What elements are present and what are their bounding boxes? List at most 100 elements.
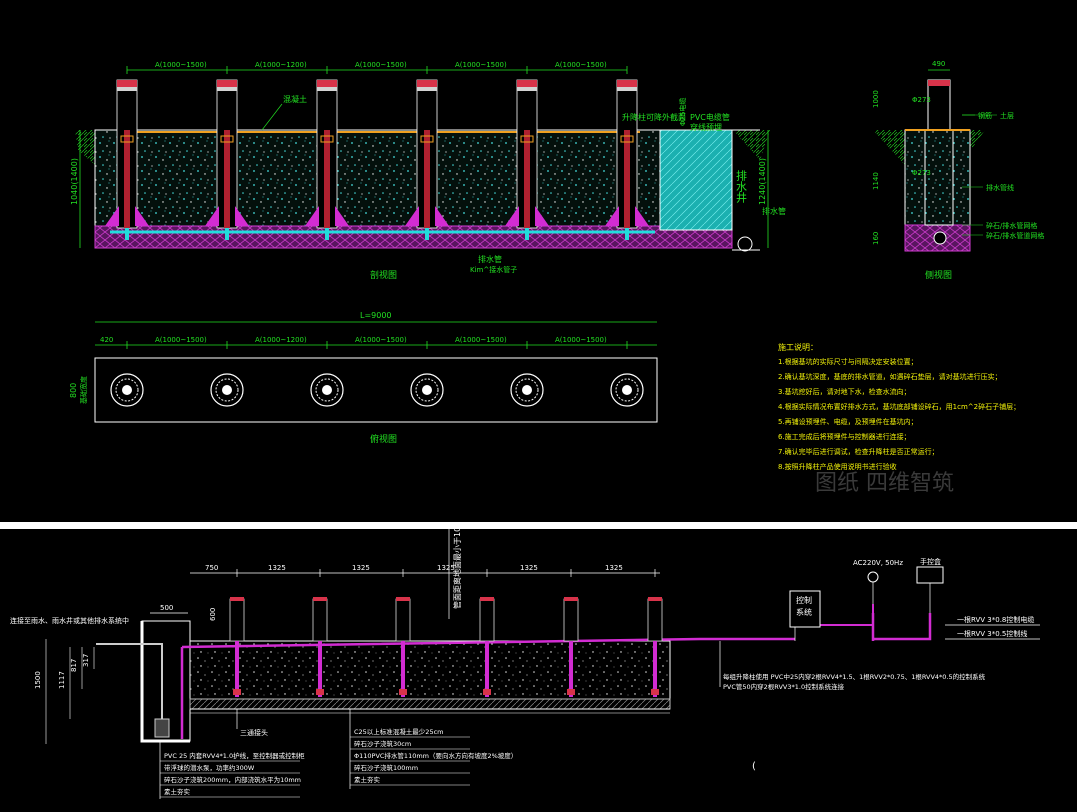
cable-note-1: 每组升降柱使用 PVC中25内穿2根RVV4*1.5、1根RVV2*0.75、1…	[723, 672, 986, 681]
bottom-dim-label: 1325	[437, 564, 455, 572]
left-callout-text: 带浮球的潜水泵，功率约300W	[164, 763, 255, 772]
submersible-pump	[154, 718, 170, 738]
bollard-band	[517, 87, 537, 91]
front-dim-label: A(1000~1500)	[555, 61, 607, 69]
note-item: 7.确认完毕后进行调试，检查升降柱是否正常运行；	[778, 447, 939, 456]
dim-817: 817	[70, 659, 78, 672]
drain-drop	[325, 228, 329, 240]
bollard-plan-core	[122, 385, 132, 395]
drain-drop	[225, 228, 229, 240]
note-item: 2.确认基坑深度，基底的排水管道，如遇碎石垫层，请对基坑进行压实；	[778, 372, 1002, 381]
side-dim-label: 1000	[872, 90, 880, 108]
front-dim-label: A(1000~1500)	[455, 61, 507, 69]
note-item: 8.按照升降柱产品使用说明书进行验收	[778, 462, 897, 471]
side-label: 钢筋	[978, 111, 992, 120]
label-drain: 排水管	[478, 254, 502, 264]
callout-text: 碎石沙子浇筑30cm	[354, 739, 411, 748]
plan-view-title: 俯视图	[370, 433, 397, 445]
plan-dim-labels: 420 A(1000~1500) A(1000~1200) A(1000~1500) A…	[100, 336, 607, 344]
bollard-bottom-cap	[230, 597, 244, 601]
bottom-dim-label: 1325	[352, 564, 370, 572]
callout-text: 素土夯实	[354, 775, 381, 784]
side-label: 碎石/排水管网格	[986, 221, 1037, 230]
power-source-icon	[867, 571, 879, 583]
gravel-layer	[94, 225, 733, 249]
bollard-cap	[317, 80, 337, 87]
bollard-sleeve	[624, 130, 630, 228]
bollard-bottom-base	[399, 689, 407, 695]
side-concrete	[904, 129, 971, 226]
bollard-bottom-cap	[396, 597, 410, 601]
drain-well	[659, 129, 733, 231]
bollard-bottom	[312, 598, 328, 642]
side-label: 碎石/排水管道网格	[986, 231, 1044, 240]
concrete-fill	[94, 129, 661, 229]
cad-bottom-panel: 管面距离地面最小于100 750 1325 1325 1325 1325 1325 500…	[0, 529, 1077, 812]
side-label: 土层	[1000, 111, 1014, 120]
bollard-cap	[617, 80, 637, 87]
magenta-power-cable	[871, 613, 932, 641]
bollard-bottom-base	[651, 689, 659, 695]
side-drain-pipe	[933, 231, 947, 245]
left-callout-text: PVC 25 内套RVV4*1.0护线，至控制器或控制柜	[164, 751, 305, 760]
dim-1117: 1117	[58, 671, 66, 689]
side-dim-label: Φ273	[912, 169, 931, 177]
cursor-mark: (	[752, 761, 756, 772]
bollard-cap	[417, 80, 437, 87]
note-item: 6.施工完成后将预埋件与控制器进行连接；	[778, 432, 911, 441]
bollard-bottom	[647, 598, 663, 642]
bottom-callout-list: C25以上标准混凝土最少25cm 碎石沙子浇筑30cm Φ110PVC排水管110m…	[350, 727, 517, 786]
bollard-band	[417, 87, 437, 91]
three-way-label: 三通接头	[240, 728, 268, 737]
label-pvc-bottom: 穿线预埋	[690, 122, 722, 132]
left-callout-text: 碎石沙子浇筑200mm，内部浇筑水平为10mm	[164, 775, 301, 784]
note-item: 3.基坑挖好后，请对地下水，检查水流向；	[778, 387, 911, 396]
drain-drop	[125, 228, 129, 240]
side-view-title: 侧视图	[925, 269, 952, 281]
front-section-view: A(1000~1500) A(1000~1200) A(1000~1500) A(10…	[70, 61, 786, 281]
soil-hatch-right	[733, 130, 770, 160]
label-top-cap: 混凝土	[283, 94, 307, 104]
right-height-label: 1240(1400)	[758, 158, 767, 205]
notes-title: 施工说明：	[778, 342, 818, 352]
leader-top-cap	[261, 103, 283, 131]
front-dim-label: A(1000~1200)	[255, 61, 307, 69]
plan-dim-label: A(1000~1500)	[355, 336, 407, 344]
left-height-label: 1040(1400)	[70, 158, 79, 205]
plan-view: L=9000 420 A(1000~1500) A(1000~1200) A(1000…	[69, 311, 658, 445]
bollard-sleeve	[524, 130, 530, 228]
bollard-bottom-cap	[648, 597, 662, 601]
cable1-label: 一根RVV 3*0.8控制电缆	[957, 615, 1034, 624]
front-view-title: 剖视图	[370, 269, 397, 281]
plan-dim-label: A(1000~1500)	[555, 336, 607, 344]
bollard-bottom-cable	[653, 641, 657, 697]
note-item: 4.根据实际情况布置好排水方式，基坑底部铺设碎石，用1cm^2碎石子铺层；	[778, 402, 1020, 411]
label-pvc-top: PVC电缆管	[690, 112, 730, 122]
bollard-bottom-cable	[235, 641, 239, 697]
cad-top-panel: A(1000~1500) A(1000~1200) A(1000~1500) A(10…	[0, 0, 1077, 522]
well-width: 500	[160, 604, 173, 612]
bollard-bottom-base	[316, 689, 324, 695]
side-dim-label: Φ273	[912, 96, 931, 104]
bollard-bottom-cable	[569, 641, 573, 697]
left-callout-text: 素土夯实	[164, 787, 191, 796]
bottom-dim-label: 1325	[520, 564, 538, 572]
bollard-sleeve	[124, 130, 130, 228]
side-dim-label: 160	[872, 232, 880, 245]
plan-dim-label: A(1000~1500)	[455, 336, 507, 344]
drain-drop	[625, 228, 629, 240]
plan-left-dim: 800	[69, 383, 78, 398]
bollard-bottom-cap	[480, 597, 494, 601]
side-label: 排水管线	[986, 183, 1014, 192]
bollard-plan-core	[322, 385, 332, 395]
side-bollard	[927, 79, 951, 131]
bollard-cap	[217, 80, 237, 87]
plan-dim-label: A(1000~1500)	[155, 336, 207, 344]
plan-outline	[94, 357, 658, 423]
hand-control-box	[916, 566, 944, 584]
label-drain-note: 升降柱可降外截面	[622, 112, 686, 122]
bollard-plan-core	[522, 385, 532, 395]
bollard-plan-core	[622, 385, 632, 395]
bollard-band	[117, 87, 137, 91]
plan-left-dim2: 基础宽度	[79, 376, 88, 404]
